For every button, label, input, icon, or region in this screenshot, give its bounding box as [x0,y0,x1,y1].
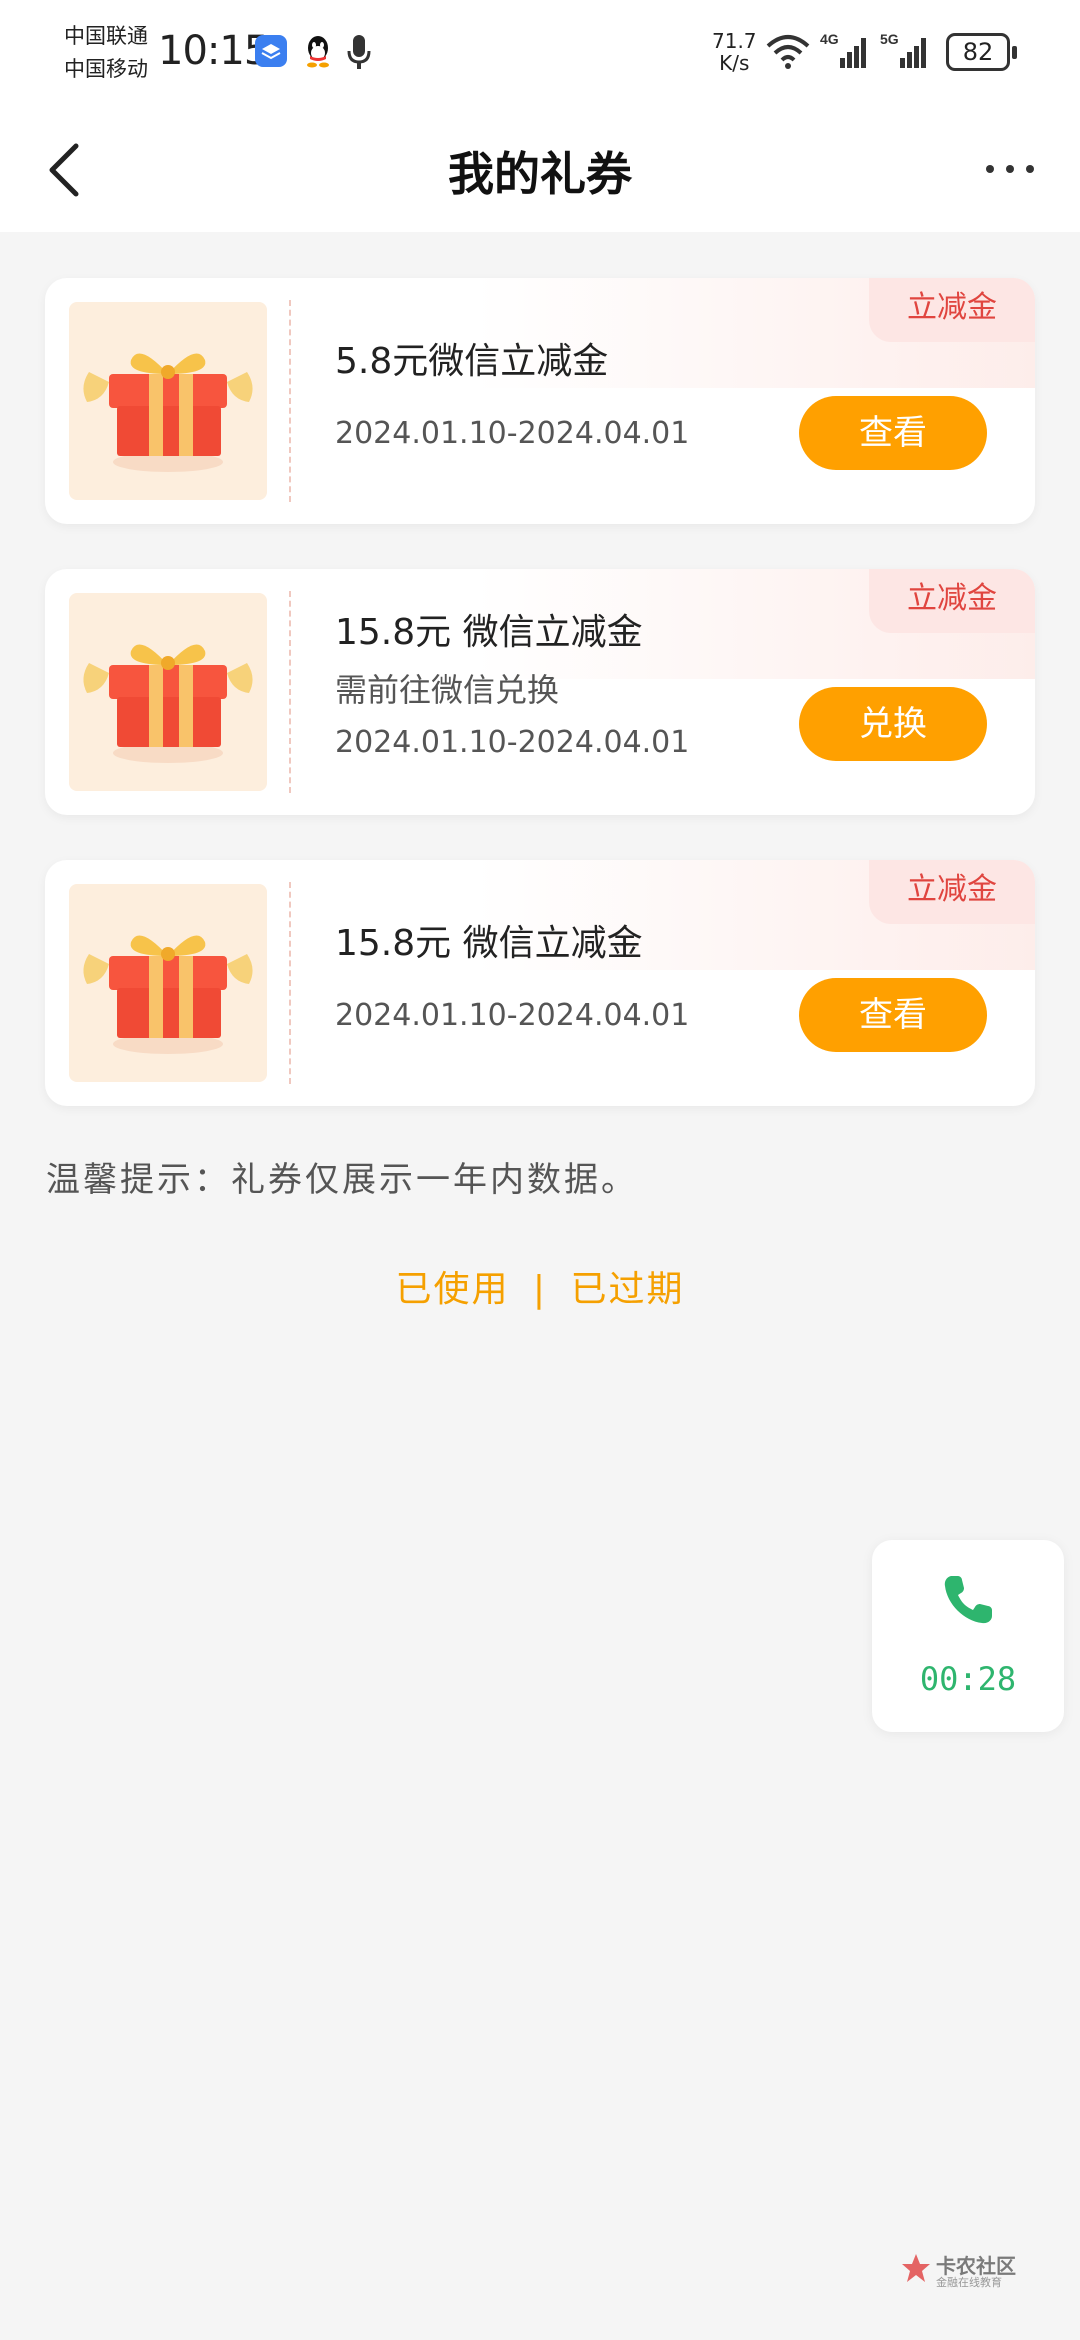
redeem-button[interactable]: 兑换 [799,687,987,761]
dashed-divider [289,300,291,502]
gift-box-image [69,302,267,500]
tip-text: 温馨提示：礼券仅展示一年内数据。 [46,1160,638,1200]
page-title: 我的礼券 [448,147,632,201]
signal-2-label: 5G [880,31,899,47]
expired-link[interactable]: 已过期 [571,1260,685,1312]
watermark-subtitle: 金融在线教育 [936,2276,1002,2289]
qq-icon [307,36,329,68]
call-duration: 00:28 [919,1660,1017,1698]
view-button[interactable]: 查看 [799,978,987,1052]
status-time: 10:15 [158,28,269,74]
signal-icon: 5G [880,31,926,68]
coupon-subtitle: 需前往微信兑换 [335,671,560,709]
status-bar: 中国联通 中国移动 10:15 71.7 K/s 4G 5G 82 [0,0,1080,108]
coupon-title: 15.8元 微信立减金 [335,612,643,653]
coupon-card[interactable]: 立减金 5.8元微信立减金 2024.01.10-2024.04.01 查看 [45,278,1035,524]
wifi-icon [766,35,810,69]
network-speed: 71.7 K/s [712,30,757,74]
battery-icon: 82 [946,33,1017,71]
coupon-card[interactable]: 立减金 15.8元 微信立减金 2024.01.10-2024.04.01 查看 [45,860,1035,1106]
gift-icon [83,935,253,1054]
gift-box-image [69,593,267,791]
carrier-names: 中国联通 中国移动 [64,20,148,86]
coupon-tag: 立减金 [869,278,1035,342]
call-widget[interactable]: 00:28 [872,1540,1064,1732]
app-icon [255,35,287,67]
link-separator: | [532,1269,548,1310]
gift-box-image [69,884,267,1082]
coupon-tag: 立减金 [869,569,1035,633]
more-dots-icon[interactable] [980,144,1040,194]
watermark: 卡农社区 金融在线教育 [900,2250,1030,2290]
coupon-date-range: 2024.01.10-2024.04.01 [335,725,690,760]
signal-1-label: 4G [820,31,839,47]
carrier-1: 中国联通 [64,24,148,48]
coupon-date-range: 2024.01.10-2024.04.01 [335,416,690,451]
signal-icon: 4G [820,31,866,68]
coupon-tag: 立减金 [869,860,1035,924]
gift-icon [83,644,253,763]
coupon-date-range: 2024.01.10-2024.04.01 [335,998,690,1033]
gift-icon [83,353,253,472]
coupon-title: 5.8元微信立减金 [335,341,609,382]
network-speed-unit: K/s [719,51,750,75]
history-links: 已使用 | 已过期 [0,1260,1080,1312]
coupon-title: 15.8元 微信立减金 [335,923,643,964]
logo-icon [902,2254,930,2282]
dashed-divider [289,882,291,1084]
phone-icon [944,1576,992,1624]
header-bar: 我的礼券 [0,108,1080,232]
dashed-divider [289,591,291,793]
view-button[interactable]: 查看 [799,396,987,470]
network-speed-value: 71.7 [712,29,757,53]
microphone-icon [347,35,371,69]
carrier-2: 中国移动 [64,57,148,81]
coupon-card[interactable]: 立减金 15.8元 微信立减金 需前往微信兑换 2024.01.10-2024.… [45,569,1035,815]
used-link[interactable]: 已使用 [395,1260,509,1312]
